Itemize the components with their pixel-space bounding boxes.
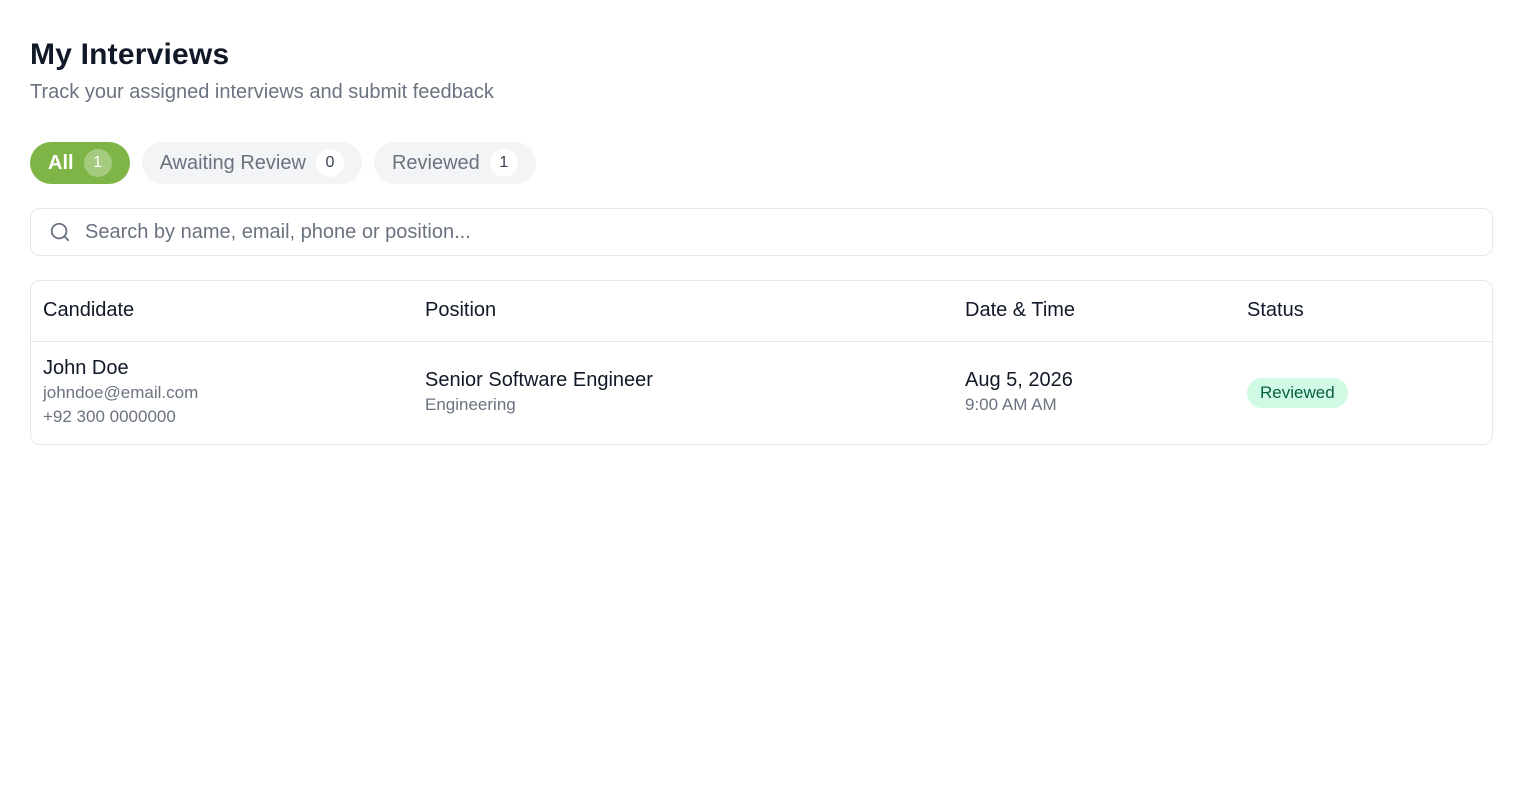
candidate-name: John Doe (43, 357, 129, 379)
tab-awaiting-review[interactable]: Awaiting Review 0 (141, 142, 362, 184)
column-header-status: Status (1247, 299, 1304, 321)
page-subtitle: Track your assigned interviews and submi… (30, 81, 494, 103)
position-title: Senior Software Engineer (425, 369, 653, 391)
status-badge: Reviewed (1247, 378, 1348, 408)
interview-time: 9:00 AM AM (965, 395, 1057, 414)
column-header-candidate: Candidate (43, 299, 135, 321)
tab-reviewed[interactable]: Reviewed 1 (373, 142, 536, 184)
candidate-email: johndoe@email.com (43, 383, 199, 402)
candidate-phone: +92 300 0000000 (43, 407, 176, 426)
tab-count-badge: 0 (315, 149, 344, 177)
interviews-table: Candidate Position Date & Time Status Jo… (30, 280, 1493, 445)
status-cell: Reviewed (1247, 378, 1348, 408)
tab-all[interactable]: All 1 (30, 142, 130, 184)
search-icon (49, 221, 71, 243)
position-department: Engineering (425, 395, 516, 414)
tab-count-badge: 1 (83, 149, 112, 177)
interviews-page: My Interviews Track your assigned interv… (30, 36, 1493, 445)
column-header-position: Position (425, 299, 497, 321)
search-input[interactable] (85, 220, 1492, 244)
column-header-date-time: Date & Time (965, 299, 1076, 321)
tab-label: All (48, 151, 74, 174)
page-title: My Interviews (30, 38, 230, 71)
table-row[interactable]: John Doe johndoe@email.com +92 300 00000… (31, 342, 1492, 444)
filter-tabs: All 1 Awaiting Review 0 Reviewed 1 (30, 142, 536, 184)
tab-label: Reviewed (391, 151, 480, 174)
tab-count-badge: 1 (489, 149, 518, 177)
interview-date: Aug 5, 2026 (965, 369, 1073, 391)
table-header: Candidate Position Date & Time Status (31, 281, 1492, 342)
date-time-cell: Aug 5, 2026 9:00 AM AM (965, 367, 1073, 417)
tab-label: Awaiting Review (159, 151, 306, 174)
position-cell: Senior Software Engineer Engineering (425, 367, 653, 417)
search-bar (30, 208, 1493, 256)
candidate-cell: John Doe johndoe@email.com +92 300 00000… (43, 355, 198, 429)
